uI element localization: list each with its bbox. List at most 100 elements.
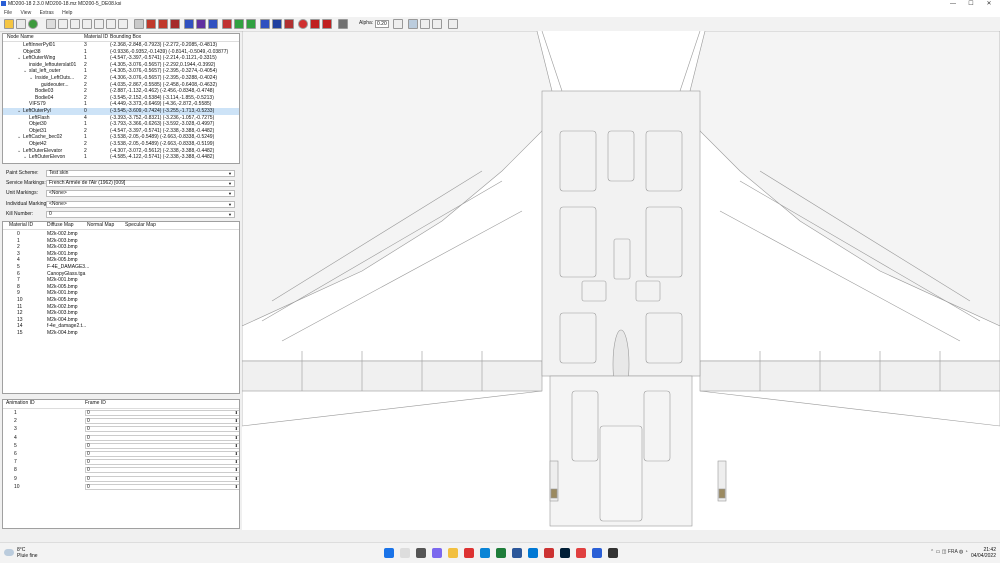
texture-red-icon[interactable] xyxy=(222,19,232,29)
photoshop-icon[interactable] xyxy=(560,548,570,558)
menu-view[interactable]: View xyxy=(20,9,31,17)
damage-icon[interactable] xyxy=(322,19,332,29)
spin-arrows-icon[interactable]: ⬍ xyxy=(235,468,238,472)
setting-dropdown[interactable]: <None> ▼ xyxy=(46,200,235,208)
cube-gray-icon[interactable] xyxy=(134,19,144,29)
bounding-box-icon[interactable] xyxy=(432,19,442,29)
spin-arrows-icon[interactable]: ⬍ xyxy=(235,443,238,448)
frame-id-spinner[interactable]: 0 ⬍ xyxy=(85,475,239,482)
spin-arrows-icon[interactable]: ⬍ xyxy=(235,460,238,464)
col-frame-id[interactable]: Frame ID xyxy=(85,400,106,407)
excel-icon[interactable] xyxy=(496,548,506,558)
file-explorer-icon[interactable] xyxy=(448,548,458,558)
material-row[interactable]: 6 CanopyGlass.tga xyxy=(3,271,239,278)
diffuse-map[interactable]: M2k-003.bmp xyxy=(47,310,78,317)
material-row[interactable]: 5 F-4E_DAMAGE3... xyxy=(3,264,239,271)
material-panel[interactable]: Material ID Diffuse Map Normal Map Specu… xyxy=(2,221,240,394)
texture-green-icon[interactable] xyxy=(234,19,244,29)
diffuse-map[interactable]: M2k-003.bmp xyxy=(47,238,78,245)
material-row[interactable]: 0 M2k-002.bmp xyxy=(3,231,239,238)
transparency-icon[interactable] xyxy=(393,19,403,29)
minimize-button[interactable]: — xyxy=(944,0,962,9)
wireframe-icon[interactable] xyxy=(338,19,348,29)
model-viewer-taskbar-icon[interactable] xyxy=(608,548,618,558)
tree-row[interactable]: Bodie03 2 (-2.887,-1.132,-0.462) (-2.456,-… xyxy=(3,88,239,95)
app-red-icon[interactable] xyxy=(576,548,586,558)
material-row[interactable]: 2 M2k-003.bmp xyxy=(3,244,239,251)
grid-icon[interactable] xyxy=(408,19,418,29)
frame-id-spinner[interactable]: 0 ⬍ xyxy=(85,418,239,425)
texture-green-2-icon[interactable] xyxy=(246,19,256,29)
col-bounding-box[interactable]: Bounding Box xyxy=(110,34,141,41)
view-perspective-icon[interactable] xyxy=(106,19,116,29)
frame-id-spinner[interactable]: 0 ⬍ xyxy=(85,467,239,474)
settings-tools-icon[interactable] xyxy=(448,19,458,29)
material-row[interactable]: 1 M2k-003.bmp xyxy=(3,238,239,245)
frame-id-spinner[interactable]: 0 ⬍ xyxy=(85,459,239,466)
spin-arrows-icon[interactable]: ⬍ xyxy=(235,476,238,481)
material-row[interactable]: 3 M2k-001.bmp xyxy=(3,251,239,258)
bomb-icon[interactable] xyxy=(310,19,320,29)
3d-viewport[interactable] xyxy=(242,31,1000,530)
spin-arrows-icon[interactable]: ⬍ xyxy=(235,419,238,423)
tree-row[interactable]: ⌄ LeftOuterWing 1 (-4.547,-3.397,-0.5741) (… xyxy=(3,55,239,62)
view-back-icon[interactable] xyxy=(94,19,104,29)
diffuse-map[interactable]: M2k-004.bmp xyxy=(47,330,78,337)
setting-dropdown[interactable]: French Armée de l'Air (1962) [009] ▼ xyxy=(46,180,235,188)
task-view-icon[interactable] xyxy=(416,548,426,558)
tree-row[interactable]: Objet42 2 (-3.538,-2.05,-0.5489) (-2.663,-… xyxy=(3,141,239,148)
view-side-icon[interactable] xyxy=(70,19,80,29)
diffuse-map[interactable]: M2k-001.bmp xyxy=(47,290,78,297)
expander-icon[interactable]: ⌄ xyxy=(17,134,21,141)
material-row[interactable]: 7 M2k-001.bmp xyxy=(3,277,239,284)
diffuse-map[interactable]: M2k-001.bmp xyxy=(47,251,78,258)
setting-dropdown[interactable]: <None> ▼ xyxy=(46,190,235,198)
expander-icon[interactable]: ⌄ xyxy=(17,108,21,115)
tree-row[interactable]: ⌄ LeftOuterElevator 2 (-4.307,-3.072,-0.561… xyxy=(3,148,239,155)
light-blue-2-icon[interactable] xyxy=(208,19,218,29)
outlook-icon[interactable] xyxy=(528,548,538,558)
app-blue-icon[interactable] xyxy=(592,548,602,558)
col-material-id[interactable]: Material ID xyxy=(84,34,108,41)
close-button[interactable]: ✕ xyxy=(980,0,998,9)
cube-red-2-icon[interactable] xyxy=(158,19,168,29)
material-dark-blue-icon[interactable] xyxy=(272,19,282,29)
axes-icon[interactable] xyxy=(420,19,430,29)
expander-icon[interactable]: ⌄ xyxy=(17,55,21,62)
material-row[interactable]: 4 M2k-005.bmp xyxy=(3,257,239,264)
menu-extras[interactable]: Extras xyxy=(40,9,54,17)
diffuse-map[interactable]: M2k-005.bmp xyxy=(47,284,78,291)
open-folder-icon[interactable] xyxy=(4,19,14,29)
material-row[interactable]: 14 f-4e_damage2.t... xyxy=(3,323,239,330)
material-row[interactable]: 9 M2k-001.bmp xyxy=(3,290,239,297)
search-icon[interactable] xyxy=(400,548,410,558)
view-front-icon[interactable] xyxy=(58,19,68,29)
diffuse-map[interactable]: CanopyGlass.tga xyxy=(47,271,85,278)
material-red-icon[interactable] xyxy=(284,19,294,29)
zoom-icon[interactable] xyxy=(46,19,56,29)
material-row[interactable]: 15 M2k-004.bmp xyxy=(3,330,239,337)
col-animation-id[interactable]: Animation ID xyxy=(6,400,35,407)
frame-id-spinner[interactable]: 0 ⬍ xyxy=(85,483,239,490)
expander-icon[interactable]: ⌄ xyxy=(23,68,27,75)
tree-row[interactable]: inside_leftouterslat01 2 (-4.305,-3.076,-0… xyxy=(3,62,239,69)
spin-arrows-icon[interactable]: ⬍ xyxy=(235,435,238,440)
word-icon[interactable] xyxy=(512,548,522,558)
spin-arrows-icon[interactable]: ⬍ xyxy=(235,452,238,456)
alpha-spinner[interactable]: 0.20 xyxy=(375,20,389,28)
expander-icon[interactable]: ⌄ xyxy=(29,75,33,82)
clock[interactable]: 21:42 04/04/2022 xyxy=(958,547,996,559)
material-row[interactable]: 13 M2k-004.bmp xyxy=(3,317,239,324)
diffuse-map[interactable]: M2k-004.bmp xyxy=(47,317,78,324)
material-blue-icon[interactable] xyxy=(260,19,270,29)
expander-icon[interactable]: ⌄ xyxy=(23,154,27,161)
col-node-name[interactable]: Node Name xyxy=(7,34,34,41)
spin-arrows-icon[interactable]: ⬍ xyxy=(235,484,238,489)
diffuse-map[interactable]: M2k-003.bmp xyxy=(47,244,78,251)
view-iso-icon[interactable] xyxy=(118,19,128,29)
col-diffuse-map[interactable]: Diffuse Map xyxy=(47,222,74,229)
light-blue-icon[interactable] xyxy=(184,19,194,29)
view-top-icon[interactable] xyxy=(82,19,92,29)
diffuse-map[interactable]: F-4E_DAMAGE3... xyxy=(47,264,89,271)
frame-id-spinner[interactable]: 0 ⬍ xyxy=(85,442,239,449)
